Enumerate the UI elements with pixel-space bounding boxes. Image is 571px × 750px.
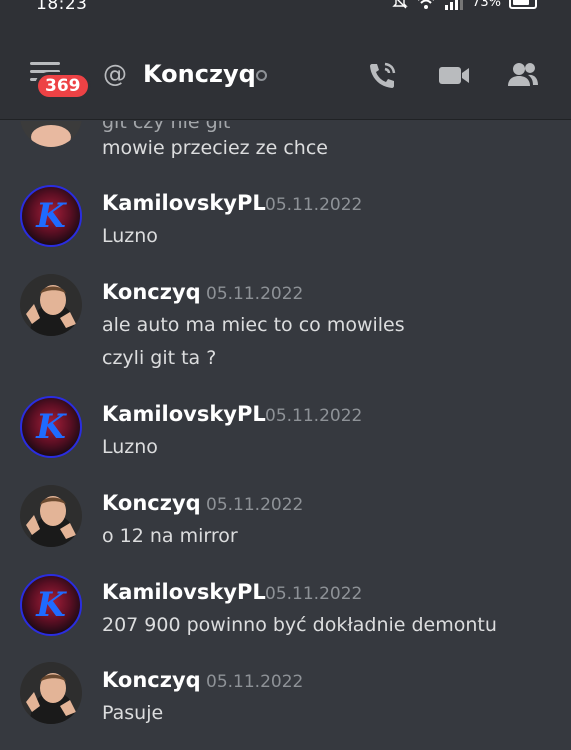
author-name[interactable]: Konczyq	[102, 668, 201, 692]
unread-badge: 369	[35, 72, 91, 100]
members-icon[interactable]	[506, 60, 540, 90]
avatar[interactable]	[20, 121, 82, 147]
avatar[interactable]: K	[20, 396, 82, 458]
at-icon: @	[103, 60, 127, 88]
status-icons: 73%	[392, 0, 537, 10]
clock: 18:23	[36, 0, 88, 14]
author-name[interactable]: KamilovskyPL	[102, 191, 266, 215]
avatar[interactable]: K	[20, 185, 82, 247]
message-text: czyli git ta ?	[102, 347, 217, 369]
message-text: Luzno	[102, 436, 158, 458]
avatar-letter: K	[36, 407, 66, 447]
top-bar: 18:23 73% 369 @ Konczyq	[0, 0, 571, 120]
channel-title[interactable]: Konczyq	[143, 60, 256, 88]
partial-message-text: git czy nie git	[102, 121, 231, 133]
battery-icon	[509, 0, 537, 9]
author-name[interactable]: KamilovskyPL	[102, 580, 266, 604]
channel-header: 369 @ Konczyq	[0, 50, 571, 100]
author-name[interactable]: Konczyq	[102, 491, 201, 515]
battery-percent: 73%	[472, 0, 501, 10]
message-text: ale auto ma miec to co mowiles	[102, 314, 405, 336]
avatar[interactable]	[20, 662, 82, 724]
avatar[interactable]: K	[20, 574, 82, 636]
offline-status-icon	[256, 70, 267, 81]
message-text: Luzno	[102, 225, 158, 247]
message-text: o 12 na mirror	[102, 525, 238, 547]
message-text: mowie przeciez ze chce	[102, 137, 328, 159]
avatar-letter: K	[36, 196, 66, 236]
message-text: 207 900 powinno być dokładnie demontu	[102, 614, 497, 636]
timestamp: 05.11.2022	[206, 495, 304, 515]
timestamp: 05.11.2022	[265, 195, 363, 215]
timestamp: 05.11.2022	[206, 284, 304, 304]
timestamp: 05.11.2022	[265, 584, 363, 604]
message-list[interactable]: git czy nie git mowie przeciez ze chce K…	[0, 121, 571, 750]
avatar[interactable]	[20, 485, 82, 547]
muted-bell-icon	[392, 0, 408, 9]
status-bar: 18:23 73%	[0, 0, 571, 16]
signal-icon	[445, 0, 464, 10]
avatar[interactable]	[20, 274, 82, 336]
author-name[interactable]: KamilovskyPL	[102, 402, 266, 426]
avatar-letter: K	[36, 585, 66, 625]
call-icon[interactable]	[366, 60, 400, 90]
author-name[interactable]: Konczyq	[102, 280, 201, 304]
message-text: Pasuje	[102, 702, 164, 724]
video-icon[interactable]	[437, 60, 471, 90]
timestamp: 05.11.2022	[206, 672, 304, 692]
timestamp: 05.11.2022	[265, 406, 363, 426]
wifi-icon	[418, 0, 435, 9]
